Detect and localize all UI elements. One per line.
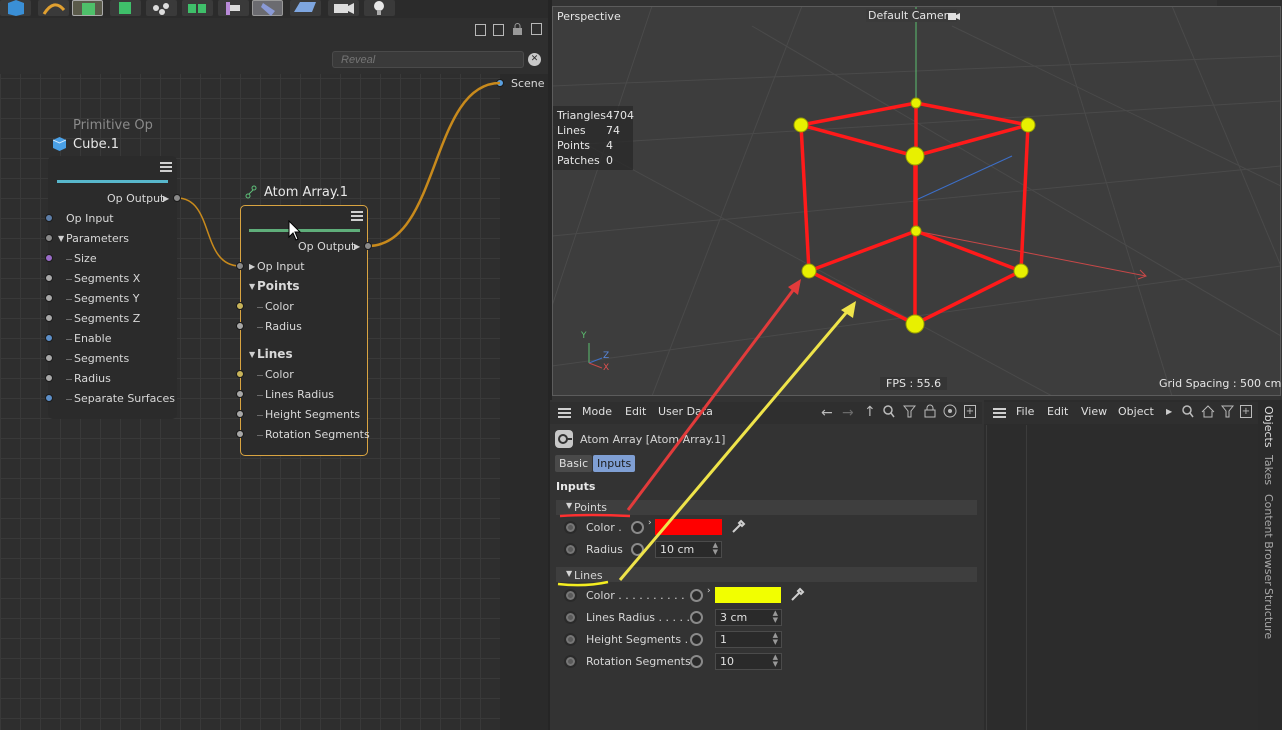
annotation-overlay bbox=[557, 279, 856, 587]
app-root: ✕ Scene Primitive Op Cube.1 Op Output ▶ … bbox=[0, 0, 1282, 730]
